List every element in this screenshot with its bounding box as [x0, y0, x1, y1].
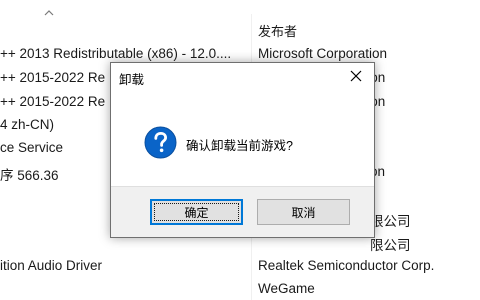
column-header-publisher[interactable]: 发布者 — [258, 21, 297, 40]
dialog-message: 确认卸载当前游戏? — [186, 139, 293, 153]
list-item-name[interactable]: ce Service — [0, 140, 63, 155]
list-item-name[interactable]: ition Audio Driver — [0, 258, 102, 273]
list-item-name[interactable]: ++ 2013 Redistributable (x86) - 12.0.... — [0, 46, 231, 61]
question-icon — [144, 126, 177, 159]
list-item-publisher[interactable]: WeGame — [258, 281, 315, 296]
list-item-publisher[interactable]: Microsoft Corporation — [258, 46, 387, 61]
list-item-name[interactable]: ++ 2015-2022 Re — [0, 70, 105, 85]
list-item-name[interactable]: ++ 2015-2022 Re — [0, 94, 105, 109]
dialog-title: 卸载 — [119, 73, 145, 87]
list-item-name[interactable]: 4 zh-CN) — [0, 117, 54, 132]
list-item-publisher[interactable]: 限公司 — [370, 210, 411, 230]
list-item-publisher[interactable]: Realtek Semiconductor Corp. — [258, 258, 434, 273]
sort-ascending-icon[interactable] — [44, 8, 54, 18]
uninstall-dialog: 卸载 确认卸载当前游戏? 确定 取消 — [110, 62, 375, 238]
list-item-publisher[interactable]: 限公司 — [370, 234, 411, 254]
ok-button[interactable]: 确定 — [150, 199, 243, 225]
dialog-footer: 确定 取消 — [111, 186, 374, 237]
cancel-button[interactable]: 取消 — [257, 199, 350, 225]
close-icon[interactable] — [348, 68, 364, 84]
list-item-name[interactable]: 序 566.36 — [0, 164, 59, 184]
